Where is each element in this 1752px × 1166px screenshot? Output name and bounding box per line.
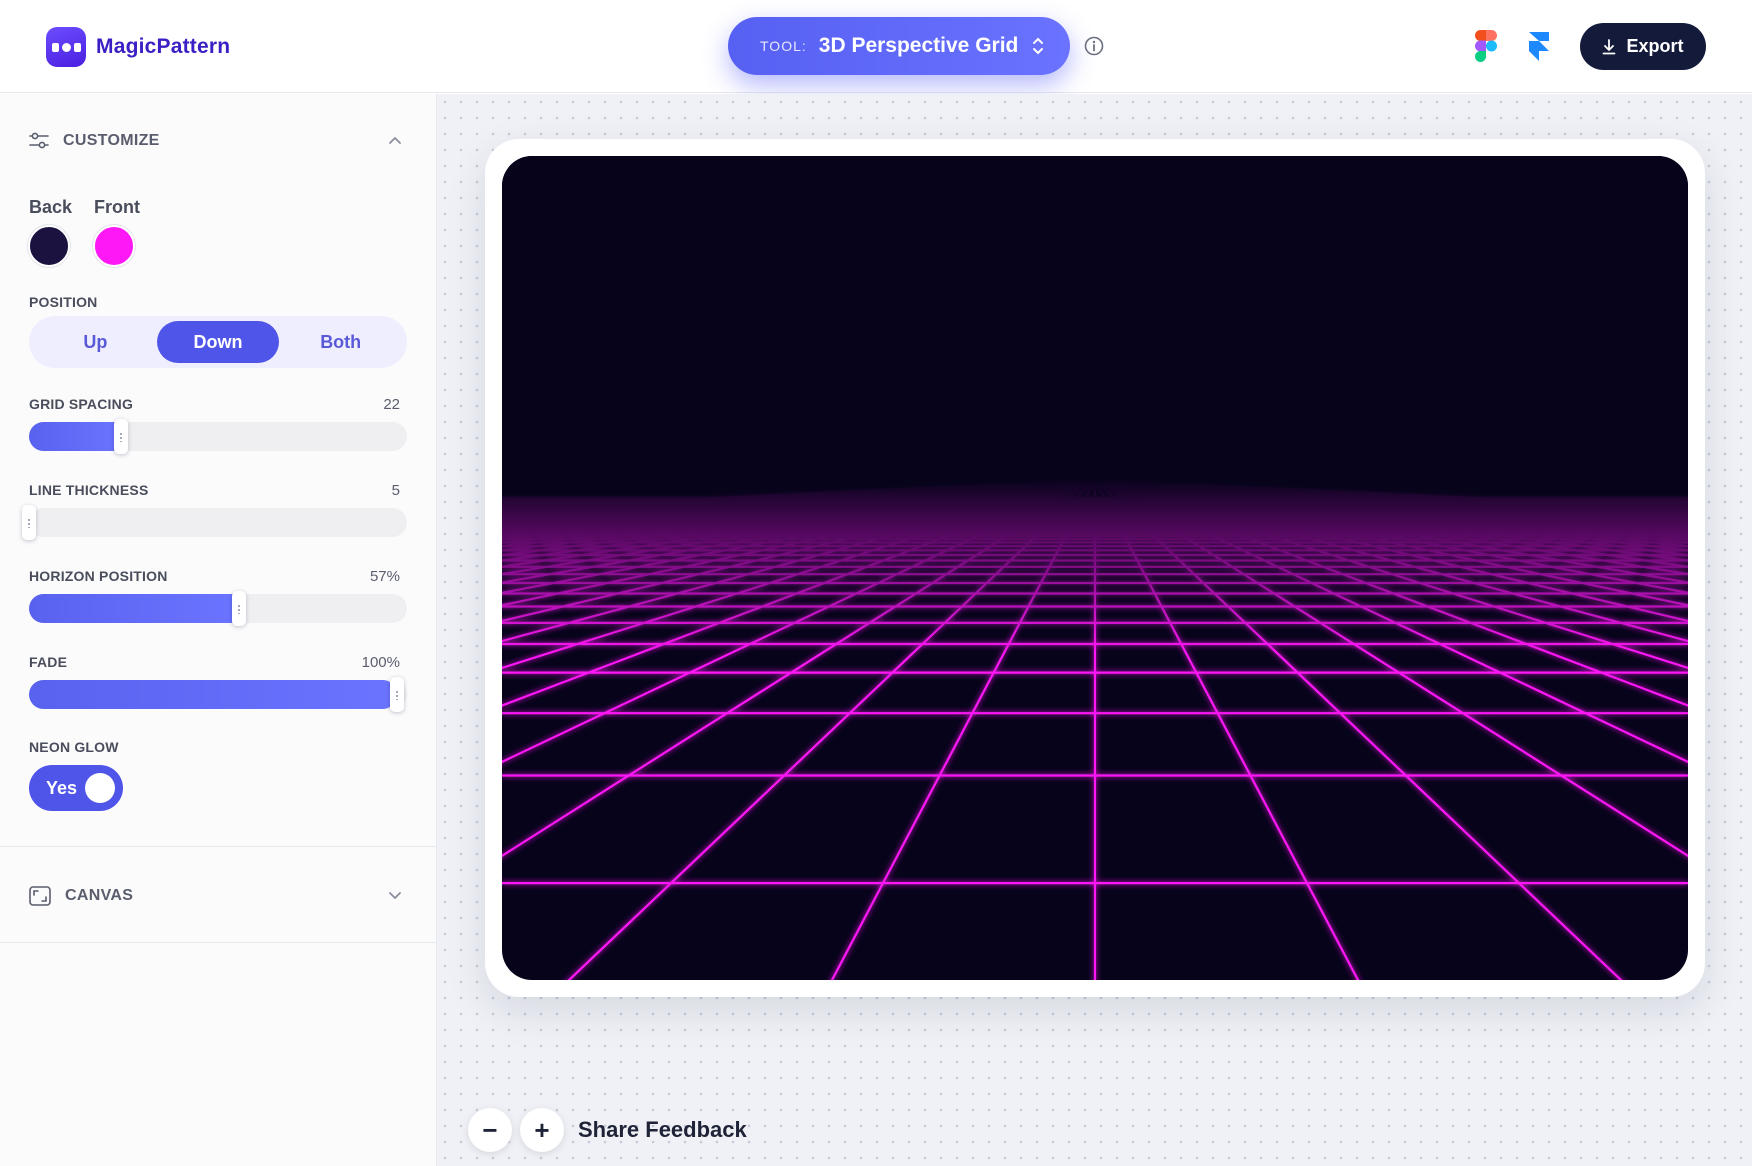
framer-icon[interactable] [1528,31,1550,62]
position-option-up[interactable]: Up [34,321,157,363]
figma-icon[interactable] [1475,30,1497,62]
grid-spacing-value: 22 [383,396,400,413]
horizon-position-label: HORIZON POSITION [29,568,168,584]
divider [0,846,436,847]
chevron-up-icon[interactable] [388,136,402,146]
sliders-icon [29,132,49,149]
neon-glow-label: NEON GLOW [29,739,119,755]
zoom-in-button[interactable]: + [520,1108,564,1152]
zoom-out-button[interactable]: − [468,1108,512,1152]
position-segmented-control: Up Down Both [29,316,407,368]
app-name: MagicPattern [96,35,231,58]
pattern-preview [502,156,1688,980]
position-option-both[interactable]: Both [279,321,402,363]
line-thickness-slider[interactable] [22,505,407,540]
horizon-position-fill [29,594,239,623]
toggle-knob [85,773,115,803]
chevron-updown-icon [1032,37,1044,55]
fade-label: FADE [29,654,68,670]
position-option-down[interactable]: Down [156,321,280,363]
front-color-swatch[interactable] [93,225,135,267]
back-color-label: Back [29,197,73,217]
front-color-label: Front [94,197,140,217]
fade-fill [29,680,397,709]
share-feedback-link[interactable]: Share Feedback [578,1117,747,1143]
line-thickness-value: 5 [391,482,400,499]
tool-label: TOOL: [760,38,807,54]
grid-spacing-slider[interactable] [29,419,407,454]
horizon-position-handle[interactable] [232,591,246,626]
sidebar: CUSTOMIZE Back Front POSITION Up Down Bo… [0,94,437,1166]
info-icon[interactable] [1084,36,1104,56]
export-label: Export [1626,36,1684,56]
fade-value: 100% [361,654,400,671]
tool-selector[interactable]: TOOL: 3D Perspective Grid [728,17,1070,75]
horizon-position-slider[interactable] [29,591,407,626]
logo[interactable]: MagicPattern [46,27,230,67]
customize-title: CUSTOMIZE [63,132,160,149]
preview-frame [485,139,1705,997]
fade-handle[interactable] [390,677,404,712]
top-bar: MagicPattern TOOL: 3D Perspective Grid E… [0,0,1752,93]
customize-header[interactable]: CUSTOMIZE [29,132,160,150]
line-thickness-handle[interactable] [22,505,36,540]
divider [0,942,436,943]
neon-glow-toggle[interactable]: Yes [29,765,123,811]
horizon-fade [502,478,1688,980]
grid-spacing-fill [29,422,121,451]
canvas-title: CANVAS [65,887,134,904]
sky [502,156,1688,480]
neon-glow-toggle-label: Yes [46,777,78,798]
canvas-area [437,94,1752,1166]
canvas-header[interactable]: CANVAS [29,886,133,906]
fade-slider[interactable] [29,677,407,712]
perspective-grid [502,156,1688,980]
line-thickness-label: LINE THICKNESS [29,482,149,498]
horizon-position-value: 57% [369,568,400,585]
logo-icon [46,27,86,67]
export-button[interactable]: Export [1580,23,1706,70]
grid-spacing-label: GRID SPACING [29,396,134,412]
chevron-down-icon[interactable] [388,890,402,900]
download-icon [1603,38,1616,54]
position-label: POSITION [29,294,98,310]
tool-name: 3D Perspective Grid [818,34,1019,57]
canvas-icon [29,886,51,906]
back-color-swatch[interactable] [28,225,70,267]
grid-spacing-handle[interactable] [114,419,128,454]
